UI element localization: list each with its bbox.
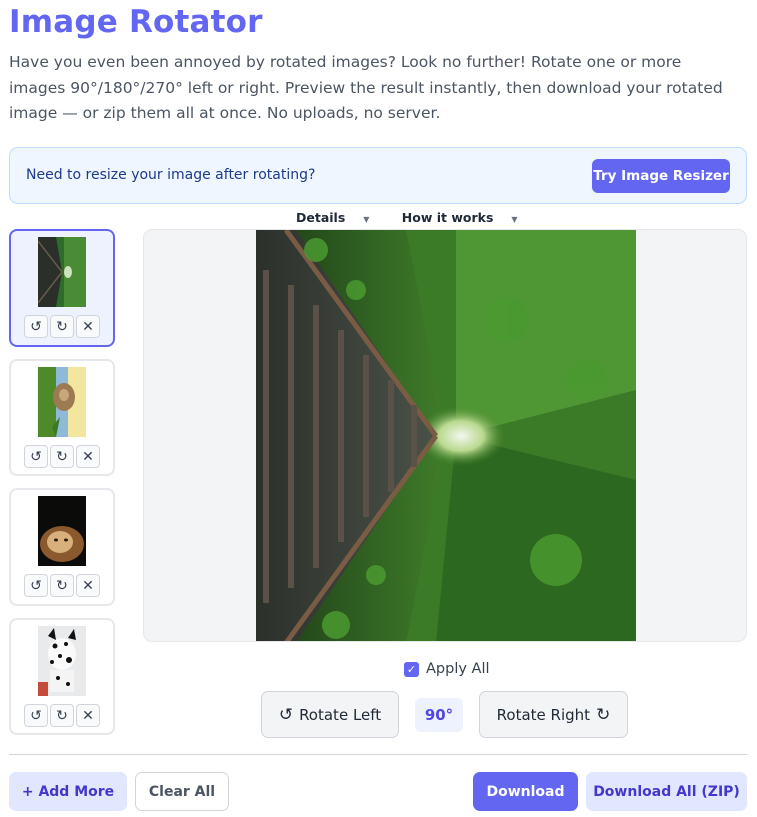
details-label: Details [296,210,346,225]
rotate-right-icon[interactable]: ↻ [50,704,74,727]
close-icon[interactable]: ✕ [76,445,100,468]
apply-all-checkbox[interactable]: ✓ [404,661,419,677]
rotate-right-icon[interactable]: ↻ [50,574,74,597]
apply-all-label: Apply All [426,661,490,677]
rotation-degree-badge: 90° [415,698,463,732]
info-links: Details ▼ How it works ▼ [296,210,546,225]
rotate-right-icon: ↻ [596,704,611,725]
preview-panel [143,229,747,642]
thumbnail-image-railway[interactable] [38,237,86,307]
rotate-right-icon[interactable]: ↻ [50,445,74,468]
thumbnail-card[interactable]: ↺ ↻ ✕ [9,359,115,476]
apply-all-control[interactable]: ✓ Apply All [404,661,490,677]
details-toggle[interactable]: Details ▼ [296,210,383,225]
download-all-zip-button[interactable]: Download All (ZIP) [586,772,747,811]
rotate-left-button[interactable]: ↺ Rotate Left [261,691,399,738]
banner-text: Need to resize your image after rotating… [26,167,316,183]
chevron-down-icon: ▼ [363,215,370,224]
how-it-works-label: How it works [401,210,494,225]
page-description: Have you even been annoyed by rotated im… [9,53,723,122]
thumbnail-card[interactable]: ↺ ↻ ✕ [9,229,115,347]
thumbnail-image-dalmatian[interactable] [38,626,86,696]
rotate-right-icon[interactable]: ↻ [50,315,74,338]
thumbnail-actions: ↺ ↻ ✕ [24,704,100,727]
rotate-left-icon[interactable]: ↺ [24,445,48,468]
download-button[interactable]: Download [473,772,578,811]
rotate-right-button[interactable]: Rotate Right ↻ [479,691,628,738]
resize-banner: Need to resize your image after rotating… [9,147,747,204]
thumbnail-actions: ↺ ↻ ✕ [24,574,100,597]
try-image-resizer-button[interactable]: Try Image Resizer [592,159,730,193]
thumbnail-card[interactable]: ↺ ↻ ✕ [9,618,115,735]
close-icon[interactable]: ✕ [76,574,100,597]
rotate-left-icon[interactable]: ↺ [24,574,48,597]
thumbnail-image-cat[interactable] [38,367,86,437]
rotate-right-label: Rotate Right [496,705,591,724]
close-icon[interactable]: ✕ [76,704,100,727]
thumbnail-actions: ↺ ↻ ✕ [24,445,100,468]
chevron-down-icon: ▼ [511,215,518,224]
preview-image [256,230,636,641]
rotate-left-label: Rotate Left [299,705,382,724]
close-icon[interactable]: ✕ [76,315,100,338]
rotate-left-icon: ↺ [278,704,294,725]
thumbnail-image-lion[interactable] [38,496,86,566]
page-title: Image Rotator [9,4,263,40]
add-more-button[interactable]: + Add More [9,772,127,811]
thumbnail-actions: ↺ ↻ ✕ [24,315,100,338]
thumbnail-card[interactable]: ↺ ↻ ✕ [9,488,115,606]
clear-all-button[interactable]: Clear All [135,772,229,811]
how-it-works-toggle[interactable]: How it works ▼ [402,210,532,225]
divider [9,754,747,755]
rotate-left-icon[interactable]: ↺ [24,704,48,727]
rotate-left-icon[interactable]: ↺ [24,315,48,338]
